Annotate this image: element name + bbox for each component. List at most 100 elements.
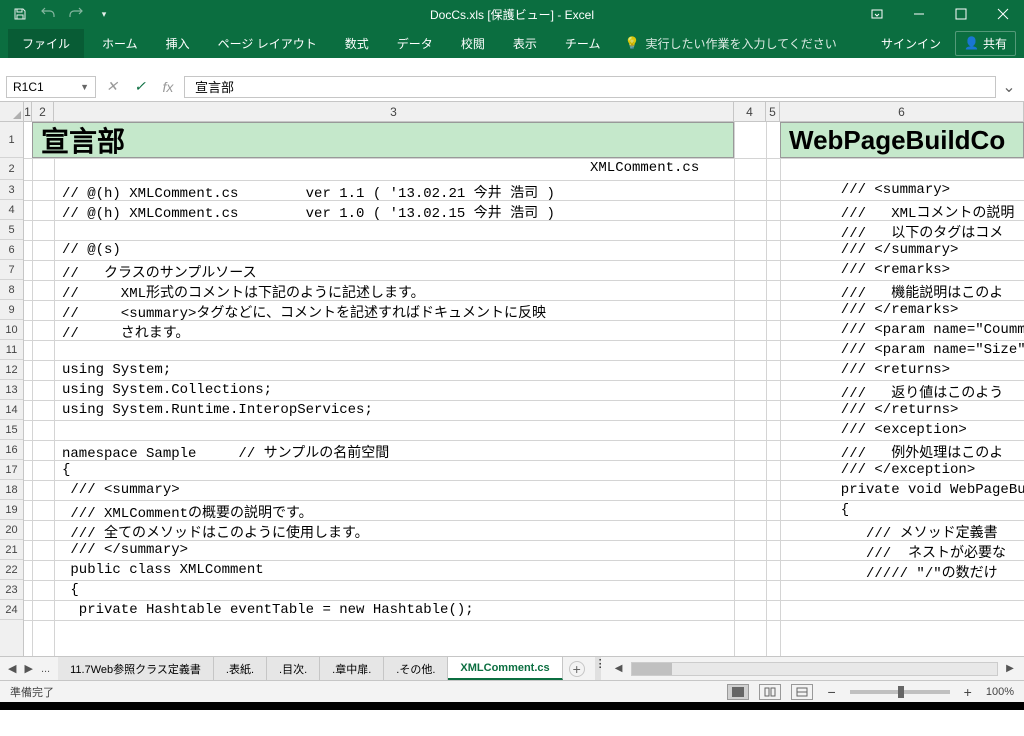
zoom-out-button[interactable]: − <box>823 684 839 700</box>
view-page-layout-icon[interactable] <box>759 684 781 700</box>
row-header[interactable]: 11 <box>0 340 23 360</box>
save-icon[interactable] <box>12 6 28 22</box>
row-header[interactable]: 6 <box>0 240 23 260</box>
view-normal-icon[interactable] <box>727 684 749 700</box>
maximize-button[interactable] <box>940 0 982 28</box>
code-line: /// メソッド定義書 <box>824 522 998 542</box>
fx-icon[interactable]: fx <box>156 76 180 98</box>
share-button[interactable]: 👤 共有 <box>955 31 1016 56</box>
sheet-tab[interactable]: .表紙. <box>214 657 267 680</box>
tab-nav[interactable]: ◀ ▶ ... <box>0 657 58 680</box>
ribbon-tabs: ファイル ホーム 挿入 ページ レイアウト 数式 データ 校閲 表示 チーム 💡… <box>0 28 1024 58</box>
col-header[interactable]: 6 <box>780 102 1024 121</box>
tab-insert[interactable]: 挿入 <box>152 29 204 58</box>
code-line: { <box>62 582 79 598</box>
horizontal-scrollbar[interactable]: ◀ ▶ <box>605 657 1024 680</box>
sheet-tab[interactable]: .章中扉. <box>320 657 384 680</box>
row-header[interactable]: 4 <box>0 200 23 220</box>
tab-page-layout[interactable]: ページ レイアウト <box>204 29 331 58</box>
row-header[interactable]: 1 <box>0 122 23 158</box>
view-page-break-icon[interactable] <box>791 684 813 700</box>
row-header[interactable]: 2 <box>0 158 23 180</box>
tab-team[interactable]: チーム <box>551 29 615 58</box>
cancel-formula-icon[interactable]: ✕ <box>100 76 124 98</box>
undo-icon[interactable] <box>40 6 56 22</box>
tab-file[interactable]: ファイル <box>8 29 84 58</box>
row-header[interactable]: 9 <box>0 300 23 320</box>
name-box[interactable]: R1C1 ▼ <box>6 76 96 98</box>
code-line: /// <remarks> <box>824 262 950 278</box>
zoom-level[interactable]: 100% <box>986 686 1014 698</box>
col-header[interactable]: 5 <box>766 102 780 121</box>
select-all-cell[interactable] <box>0 102 24 122</box>
row-header[interactable]: 20 <box>0 520 23 540</box>
code-line: namespace Sample // サンプルの名前空間 <box>62 442 389 462</box>
code-line: /// 以下のタグはコメ <box>824 222 1003 242</box>
tab-view[interactable]: 表示 <box>499 29 551 58</box>
sheet-tab[interactable]: XMLComment.cs <box>448 657 562 680</box>
tell-me-search[interactable]: 💡 実行したい作業を入力してください <box>624 35 836 52</box>
qat-customize-icon[interactable]: ▾ <box>96 6 112 22</box>
signin-link[interactable]: サインイン <box>881 35 941 52</box>
row-header[interactable]: 24 <box>0 600 23 620</box>
tab-formulas[interactable]: 数式 <box>331 29 383 58</box>
row-header[interactable]: 18 <box>0 480 23 500</box>
row-header[interactable]: 14 <box>0 400 23 420</box>
code-line: { <box>824 502 849 518</box>
scroll-left-icon[interactable]: ◀ <box>611 663 627 674</box>
row-header[interactable]: 13 <box>0 380 23 400</box>
row-header[interactable]: 19 <box>0 500 23 520</box>
row-header[interactable]: 3 <box>0 180 23 200</box>
tab-review[interactable]: 校閲 <box>447 29 499 58</box>
formula-input[interactable]: 宣言部 <box>184 76 996 98</box>
col-header[interactable]: 3 <box>54 102 734 121</box>
code-line: /// <summary> <box>824 182 950 198</box>
expand-formula-icon[interactable]: ⌄ <box>1000 77 1018 97</box>
tab-prev-icon[interactable]: ◀ <box>8 662 16 675</box>
section-title-right[interactable]: WebPageBuildCo <box>780 122 1024 158</box>
subfile-label: XMLComment.cs <box>590 160 699 176</box>
scroll-right-icon[interactable]: ▶ <box>1002 663 1018 674</box>
code-line: /// XMLコメントの説明 <box>824 202 1014 222</box>
titlebar: ▾ DocCs.xls [保護ビュー] - Excel <box>0 0 1024 28</box>
row-header[interactable]: 22 <box>0 560 23 580</box>
scroll-track[interactable] <box>631 662 998 676</box>
row-header[interactable]: 5 <box>0 220 23 240</box>
row-header[interactable]: 23 <box>0 580 23 600</box>
sheet-tab[interactable]: 11.7Web参照クラス定義書 <box>58 657 214 680</box>
row-header[interactable]: 21 <box>0 540 23 560</box>
tab-separator[interactable]: ⋮ <box>595 657 601 680</box>
row-header[interactable]: 8 <box>0 280 23 300</box>
row-header[interactable]: 12 <box>0 360 23 380</box>
col-header[interactable]: 1 <box>24 102 32 121</box>
row-header[interactable]: 16 <box>0 440 23 460</box>
scroll-thumb[interactable] <box>632 663 672 675</box>
ribbon-options-icon[interactable] <box>856 0 898 28</box>
zoom-thumb[interactable] <box>898 686 904 698</box>
tab-data[interactable]: データ <box>383 29 447 58</box>
tab-home[interactable]: ホーム <box>88 29 152 58</box>
cells-area[interactable]: 宣言部 WebPageBuildCo XMLComment.cs // @(h)… <box>24 122 1024 656</box>
row-header[interactable]: 17 <box>0 460 23 480</box>
col-header[interactable]: 2 <box>32 102 54 121</box>
redo-icon[interactable] <box>68 6 84 22</box>
code-line: // @(h) XMLComment.cs ver 1.1 ( '13.02.2… <box>62 182 555 202</box>
sheet-tab[interactable]: .目次. <box>267 657 320 680</box>
zoom-slider[interactable] <box>850 690 950 694</box>
code-line: public class XMLComment <box>62 562 264 578</box>
zoom-in-button[interactable]: + <box>960 684 976 700</box>
code-line: /// </exception> <box>824 462 975 478</box>
chevron-down-icon[interactable]: ▼ <box>80 82 89 92</box>
tab-next-icon[interactable]: ▶ <box>24 662 32 675</box>
accept-formula-icon[interactable]: ✓ <box>128 76 152 98</box>
minimize-button[interactable] <box>898 0 940 28</box>
section-title-left[interactable]: 宣言部 <box>32 122 734 158</box>
add-sheet-button[interactable]: + <box>569 661 585 677</box>
col-header[interactable]: 4 <box>734 102 766 121</box>
tab-more-icon[interactable]: ... <box>41 663 50 675</box>
sheet-tab[interactable]: .その他. <box>384 657 448 680</box>
row-header[interactable]: 7 <box>0 260 23 280</box>
row-header[interactable]: 10 <box>0 320 23 340</box>
row-header[interactable]: 15 <box>0 420 23 440</box>
close-button[interactable] <box>982 0 1024 28</box>
